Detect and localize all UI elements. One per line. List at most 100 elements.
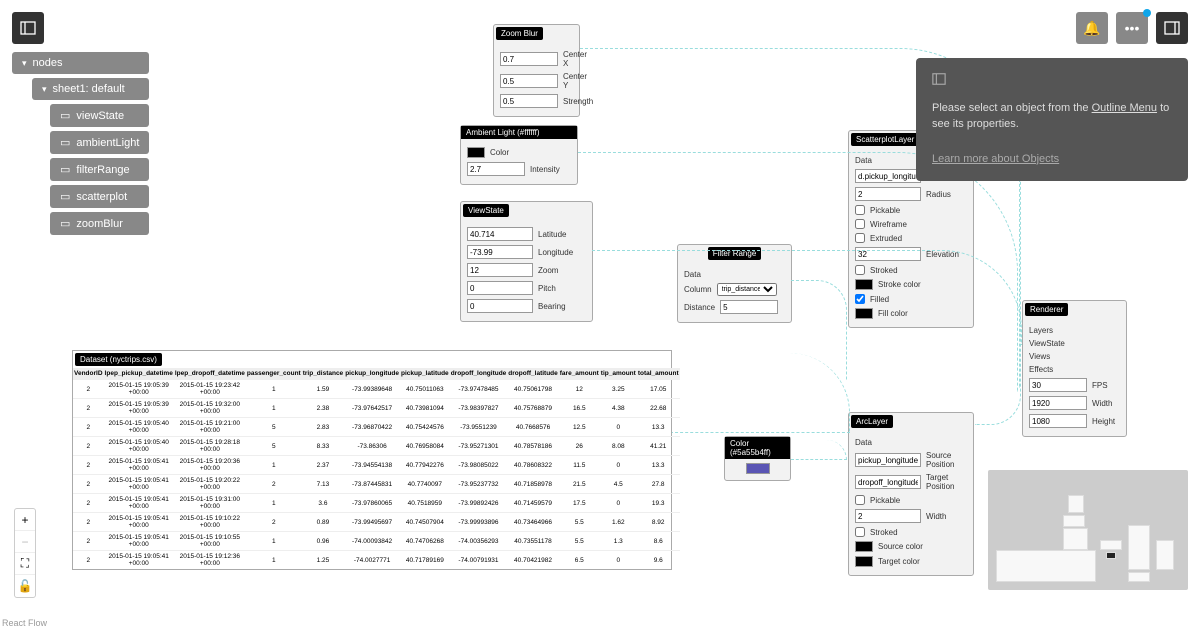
extruded-checkbox[interactable] bbox=[855, 233, 865, 243]
pickable-checkbox[interactable] bbox=[855, 205, 865, 215]
cell: 2.83 bbox=[302, 418, 344, 437]
field-label: Bearing bbox=[538, 302, 566, 311]
node-title: Ambient Light (#ffffff) bbox=[461, 126, 577, 139]
cell: 2015-01-15 19:10:55 +00:00 bbox=[174, 532, 246, 551]
column-header: dropoff_longitude bbox=[450, 368, 508, 380]
cell: 1 bbox=[246, 456, 302, 475]
node-icon: ▭ bbox=[60, 217, 70, 230]
cell: -73.99993896 bbox=[450, 513, 508, 532]
column-header: pickup_latitude bbox=[400, 368, 450, 380]
cell: 41.21 bbox=[637, 437, 680, 456]
stroke-color-swatch[interactable] bbox=[855, 279, 873, 290]
field-label: Data bbox=[855, 156, 872, 165]
field-label: Center X bbox=[563, 50, 587, 68]
source-color-swatch[interactable] bbox=[855, 541, 873, 552]
outline-menu-link[interactable]: Outline Menu bbox=[1092, 102, 1157, 114]
column-header: trip_distance bbox=[302, 368, 344, 380]
cell: 0.96 bbox=[302, 532, 344, 551]
node-filterrange[interactable]: Filter Range Data Columntrip_distance Di… bbox=[677, 244, 792, 323]
outline-tree: ▾nodes ▾sheet1: default ▭viewState ▭ambi… bbox=[12, 52, 149, 239]
field-label: FPS bbox=[1092, 381, 1108, 390]
tree-node-ambientlight[interactable]: ▭ambientLight bbox=[50, 131, 149, 154]
cell: -73.96870422 bbox=[344, 418, 400, 437]
cell: 0.89 bbox=[302, 513, 344, 532]
pitch-input[interactable] bbox=[467, 281, 533, 295]
radius-input[interactable] bbox=[855, 187, 921, 201]
position-input[interactable] bbox=[855, 169, 921, 183]
node-dataset[interactable]: Dataset (nyctrips.csv) VendorIDlpep_pick… bbox=[72, 350, 672, 570]
field-label: Pitch bbox=[538, 284, 556, 293]
cell: 12 bbox=[559, 380, 600, 399]
cell: -73.99892426 bbox=[450, 494, 508, 513]
cell: 40.77942276 bbox=[400, 456, 450, 475]
field-label: Wireframe bbox=[870, 220, 907, 229]
cell: 3.25 bbox=[600, 380, 637, 399]
cell: 1 bbox=[246, 380, 302, 399]
more-button[interactable]: ••• bbox=[1116, 12, 1148, 44]
props-text: Please select an object from the bbox=[932, 102, 1092, 114]
wireframe-checkbox[interactable] bbox=[855, 219, 865, 229]
zoom-out-button[interactable]: − bbox=[15, 531, 35, 553]
properties-toggle-button[interactable] bbox=[1156, 12, 1188, 44]
target-color-swatch[interactable] bbox=[855, 556, 873, 567]
tree-node-viewstate[interactable]: ▭viewState bbox=[50, 104, 149, 127]
render-height-input[interactable] bbox=[1029, 414, 1087, 428]
tree-node-sheet[interactable]: ▾sheet1: default bbox=[32, 78, 149, 100]
node-zoomblur[interactable]: Zoom Blur Center X Center Y Strength bbox=[493, 24, 580, 117]
tree-node-scatterplot[interactable]: ▭scatterplot bbox=[50, 185, 149, 208]
fill-color-swatch[interactable] bbox=[855, 308, 873, 319]
field-label: Data bbox=[855, 438, 872, 447]
strength-input[interactable] bbox=[500, 94, 558, 108]
column-select[interactable]: trip_distance bbox=[717, 283, 777, 296]
fullscreen-button[interactable]: ⛶ bbox=[15, 553, 35, 575]
stroked-checkbox[interactable] bbox=[855, 527, 865, 537]
render-width-input[interactable] bbox=[1029, 396, 1087, 410]
node-viewstate[interactable]: ViewState Latitude Longitude Zoom Pitch … bbox=[460, 201, 593, 322]
node-arclayer[interactable]: ArcLayer Data Source Position Target Pos… bbox=[848, 412, 974, 576]
centerx-input[interactable] bbox=[500, 52, 558, 66]
latitude-input[interactable] bbox=[467, 227, 533, 241]
cell: 40.75061798 bbox=[507, 380, 558, 399]
bearing-input[interactable] bbox=[467, 299, 533, 313]
tree-node-root[interactable]: ▾nodes bbox=[12, 52, 149, 74]
cell: 40.73464966 bbox=[507, 513, 558, 532]
stroked-checkbox[interactable] bbox=[855, 265, 865, 275]
minimap[interactable] bbox=[988, 470, 1188, 590]
width-input[interactable] bbox=[855, 509, 921, 523]
node-renderer[interactable]: Renderer Layers ViewState Views Effects … bbox=[1022, 300, 1127, 437]
source-pos-input[interactable] bbox=[855, 453, 921, 467]
cell: -73.98397827 bbox=[450, 399, 508, 418]
field-label: Pickable bbox=[870, 496, 900, 505]
lock-button[interactable]: 🔓 bbox=[15, 575, 35, 597]
distance-input[interactable] bbox=[720, 300, 778, 314]
node-color[interactable]: Color (#5a55b4ff) bbox=[724, 436, 791, 481]
elevation-input[interactable] bbox=[855, 247, 921, 261]
zoom-in-button[interactable]: + bbox=[15, 509, 35, 531]
field-label: Source Position bbox=[926, 451, 967, 469]
pickable-checkbox[interactable] bbox=[855, 495, 865, 505]
longitude-input[interactable] bbox=[467, 245, 533, 259]
learn-more-link[interactable]: Learn more about Objects bbox=[932, 151, 1172, 168]
target-pos-input[interactable] bbox=[855, 475, 921, 489]
outline-toggle-button[interactable] bbox=[12, 12, 44, 44]
fps-input[interactable] bbox=[1029, 378, 1087, 392]
color-swatch[interactable] bbox=[746, 463, 770, 474]
color-swatch[interactable] bbox=[467, 147, 485, 158]
tree-node-zoomblur[interactable]: ▭zoomBlur bbox=[50, 212, 149, 235]
cell: 40.71858978 bbox=[507, 475, 558, 494]
zoom-input[interactable] bbox=[467, 263, 533, 277]
notifications-button[interactable]: 🔔 bbox=[1076, 12, 1108, 44]
centery-input[interactable] bbox=[500, 74, 558, 88]
field-label: Views bbox=[1029, 352, 1050, 361]
table-row: 22015-01-15 19:05:41 +00:002015-01-15 19… bbox=[73, 551, 680, 570]
tree-node-filterrange[interactable]: ▭filterRange bbox=[50, 158, 149, 181]
field-label: Latitude bbox=[538, 230, 566, 239]
filled-checkbox[interactable] bbox=[855, 294, 865, 304]
node-ambientlight[interactable]: Ambient Light (#ffffff) Color Intensity bbox=[460, 125, 578, 185]
field-label: Fill color bbox=[878, 309, 908, 318]
cell: 40.7518959 bbox=[400, 494, 450, 513]
intensity-input[interactable] bbox=[467, 162, 525, 176]
cell: 2015-01-15 19:05:41 +00:00 bbox=[104, 532, 174, 551]
tree-label: sheet1: default bbox=[53, 83, 125, 95]
cell: 2 bbox=[73, 456, 104, 475]
